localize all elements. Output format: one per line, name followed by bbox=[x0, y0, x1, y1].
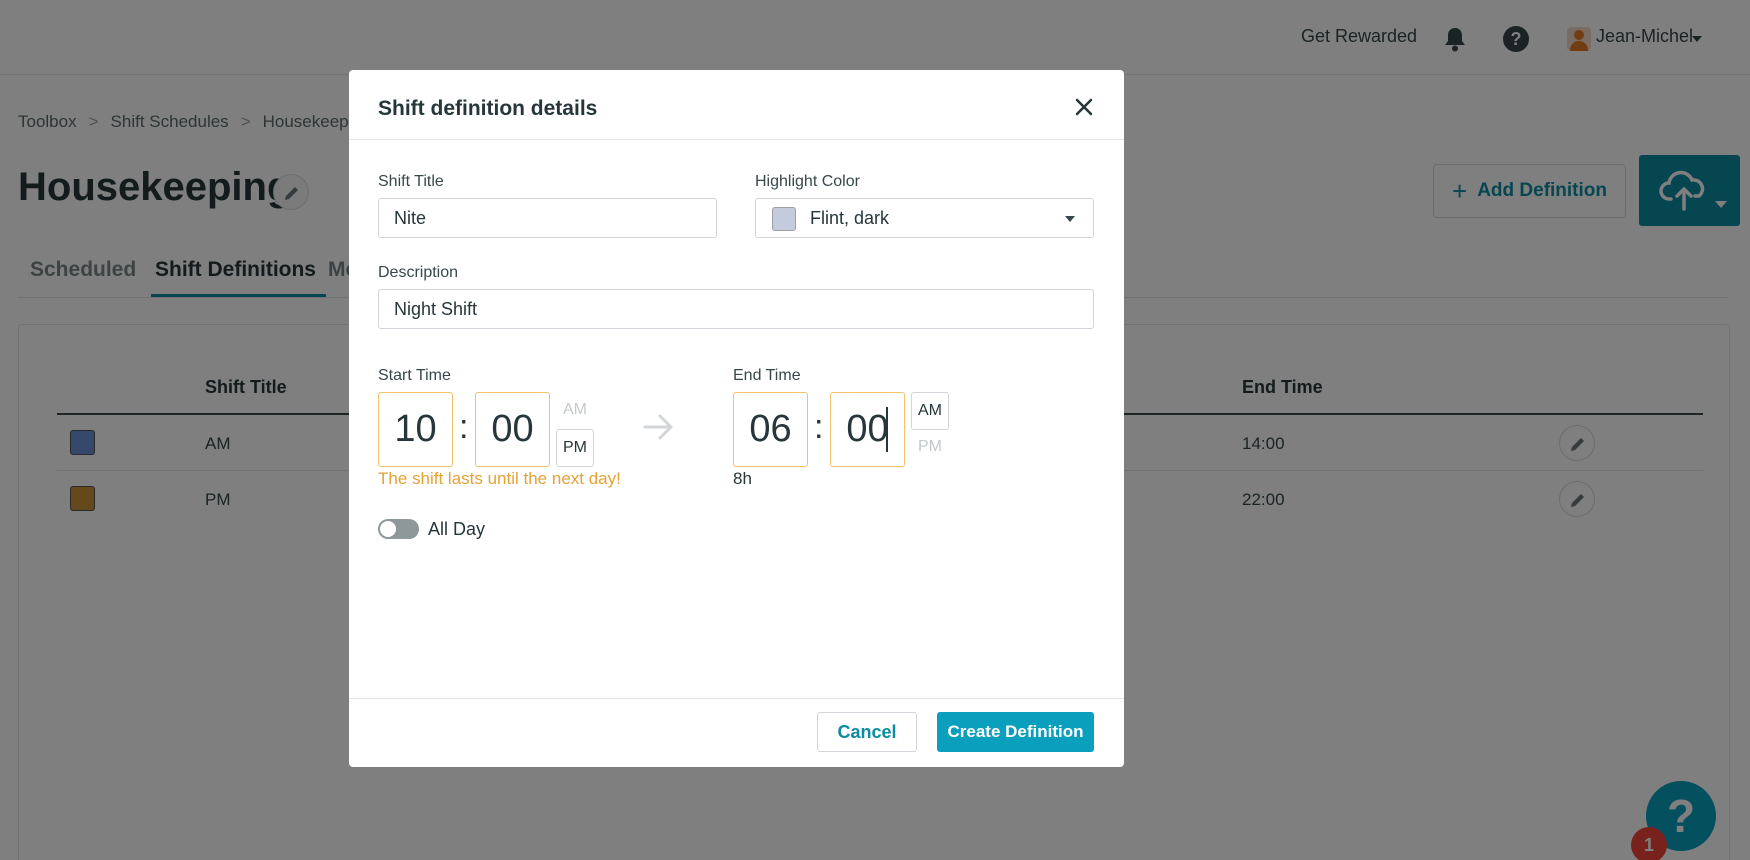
highlight-color-label: Highlight Color bbox=[755, 173, 860, 190]
all-day-toggle[interactable] bbox=[378, 519, 419, 539]
start-am-toggle[interactable]: AM bbox=[556, 392, 594, 430]
start-pm-toggle[interactable]: PM bbox=[556, 429, 594, 467]
modal-header: Shift definition details bbox=[349, 70, 1124, 140]
description-input[interactable] bbox=[378, 289, 1094, 329]
end-am-toggle[interactable]: AM bbox=[911, 392, 949, 430]
modal-title: Shift definition details bbox=[378, 97, 598, 120]
modal-footer-divider bbox=[349, 698, 1124, 699]
description-label: Description bbox=[378, 264, 459, 281]
close-icon[interactable] bbox=[1071, 94, 1097, 120]
highlight-color-select[interactable]: Flint, dark bbox=[755, 198, 1094, 238]
shift-title-input[interactable] bbox=[378, 198, 717, 238]
color-swatch bbox=[772, 207, 796, 231]
shift-definition-modal: Shift definition details Shift Title Hig… bbox=[349, 70, 1124, 767]
shift-title-label: Shift Title bbox=[378, 173, 444, 190]
chevron-down-icon bbox=[1065, 216, 1075, 222]
highlight-color-value: Flint, dark bbox=[810, 208, 890, 228]
all-day-label: All Day bbox=[428, 519, 486, 539]
cancel-button[interactable]: Cancel bbox=[817, 712, 917, 752]
text-cursor bbox=[886, 407, 888, 452]
arrow-right-icon bbox=[642, 412, 676, 447]
shift-duration: 8h bbox=[733, 469, 752, 488]
time-separator: : bbox=[459, 408, 469, 446]
end-time-label: End Time bbox=[733, 367, 801, 384]
start-hour-input[interactable] bbox=[378, 392, 453, 467]
next-day-warning: The shift lasts until the next day! bbox=[378, 469, 621, 488]
create-definition-button[interactable]: Create Definition bbox=[937, 712, 1094, 752]
start-minute-input[interactable] bbox=[475, 392, 550, 467]
toggle-knob bbox=[380, 521, 396, 537]
end-pm-toggle[interactable]: PM bbox=[911, 429, 949, 467]
end-minute-input[interactable] bbox=[830, 392, 905, 467]
time-separator: : bbox=[814, 408, 824, 446]
end-hour-input[interactable] bbox=[733, 392, 808, 467]
start-time-label: Start Time bbox=[378, 367, 451, 384]
